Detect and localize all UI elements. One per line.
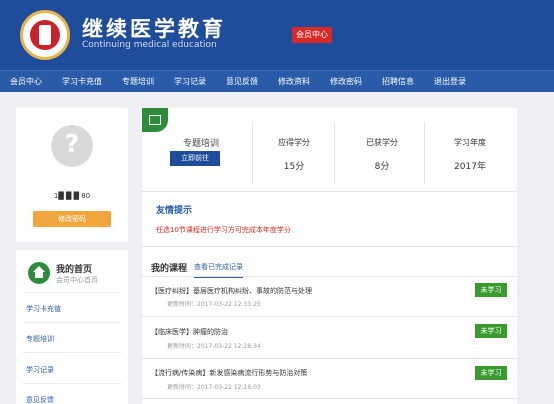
main-nav: 会员中心 学习卡充值 专题培训 学习记录 意见反馈 修改资料 修改密码 招聘信息… <box>0 70 554 92</box>
nav-change-password[interactable]: 修改密码 <box>320 71 372 92</box>
divider <box>142 398 517 399</box>
side-link-training[interactable]: 专题培训 <box>26 334 54 344</box>
site-logo-icon <box>20 10 70 60</box>
site-header: 继续医学教育 Continuing medical education 会员中心 <box>0 0 554 70</box>
site-title: 继续医学教育 <box>82 17 226 41</box>
profile-card: ? 1█ █ █ 80 修改密码 <box>16 108 128 242</box>
home-subtitle: 会员中心首页 <box>56 276 98 284</box>
nav-study-records[interactable]: 学习记录 <box>164 71 216 92</box>
divider <box>22 352 122 353</box>
avatar: ? <box>51 125 93 167</box>
divider <box>142 358 517 359</box>
stat-earned-credits-label: 已获学分 <box>366 138 398 147</box>
not-started-button[interactable]: 未学习 <box>475 366 507 380</box>
go-now-button[interactable]: 立即前往 <box>170 151 220 166</box>
divider <box>142 276 517 277</box>
course-update-time: 更新时间：2017-03-22 12:33:25 <box>167 301 261 308</box>
course-title[interactable]: 【临床医学】肿瘤的防治 <box>151 327 228 337</box>
course-update-time: 更新时间：2017-03-22 12:28:34 <box>167 343 261 350</box>
nav-edit-profile[interactable]: 修改资料 <box>268 71 320 92</box>
nav-card-recharge[interactable]: 学习卡充值 <box>52 71 112 92</box>
divider <box>22 292 122 293</box>
divider <box>22 322 122 323</box>
tips-title: 友情提示 <box>156 206 193 216</box>
my-courses-title: 我的课程 <box>151 264 188 274</box>
divider <box>424 122 425 184</box>
side-menu: 我的首页 会员中心首页 学习卡充值 专题培训 学习记录 意见反馈 <box>16 250 128 404</box>
stat-earned-credits-value: 8分 <box>374 162 390 172</box>
side-link-feedback[interactable]: 意见反馈 <box>26 395 54 404</box>
course-title[interactable]: 【流行病/传染病】新发感染病流行形势与防治对策 <box>151 368 307 378</box>
divider <box>252 122 253 184</box>
nav-member-center[interactable]: 会员中心 <box>0 71 52 92</box>
course-title[interactable]: 【医疗纠纷】基层医疗机构纠纷、事故的防范与处理 <box>151 286 312 296</box>
stat-study-year-label: 学习年度 <box>454 138 486 147</box>
side-link-records[interactable]: 学习记录 <box>26 365 54 375</box>
nav-recruitment[interactable]: 招聘信息 <box>372 71 424 92</box>
divider <box>142 316 517 317</box>
home-title[interactable]: 我的首页 <box>56 262 92 275</box>
user-phone: 1█ █ █ 80 <box>53 192 91 200</box>
calendar-icon <box>142 108 168 132</box>
divider <box>334 122 335 184</box>
tips-text: 任选10节课程进行学习方可完成本年度学分 <box>156 226 291 234</box>
nav-logout[interactable]: 退出登录 <box>424 71 476 92</box>
divider <box>22 383 122 384</box>
stat-study-year-value: 2017年 <box>454 162 486 172</box>
side-link-recharge[interactable]: 学习卡充值 <box>26 304 61 314</box>
stat-required-credits-value: 15分 <box>283 162 305 172</box>
nav-special-training[interactable]: 专题培训 <box>112 71 164 92</box>
divider <box>142 246 517 247</box>
nav-feedback[interactable]: 意见反馈 <box>216 71 268 92</box>
change-password-button[interactable]: 修改密码 <box>33 211 111 227</box>
question-mark-icon: ? <box>64 129 80 158</box>
divider <box>142 191 517 192</box>
member-center-button[interactable]: 会员中心 <box>292 27 332 43</box>
main-panel: 专题培训 立即前往 应得学分 15分 已获学分 8分 学习年度 2017年 友情… <box>142 108 517 404</box>
stat-required-credits-label: 应得学分 <box>278 138 310 147</box>
site-subtitle: Continuing medical education <box>82 40 217 50</box>
course-update-time: 更新时间：2017-03-22 12:18:03 <box>167 384 261 391</box>
not-started-button[interactable]: 未学习 <box>475 283 507 297</box>
course-type-label: 专题培训 <box>182 139 219 149</box>
home-icon <box>28 262 50 284</box>
not-started-button[interactable]: 未学习 <box>475 324 507 338</box>
